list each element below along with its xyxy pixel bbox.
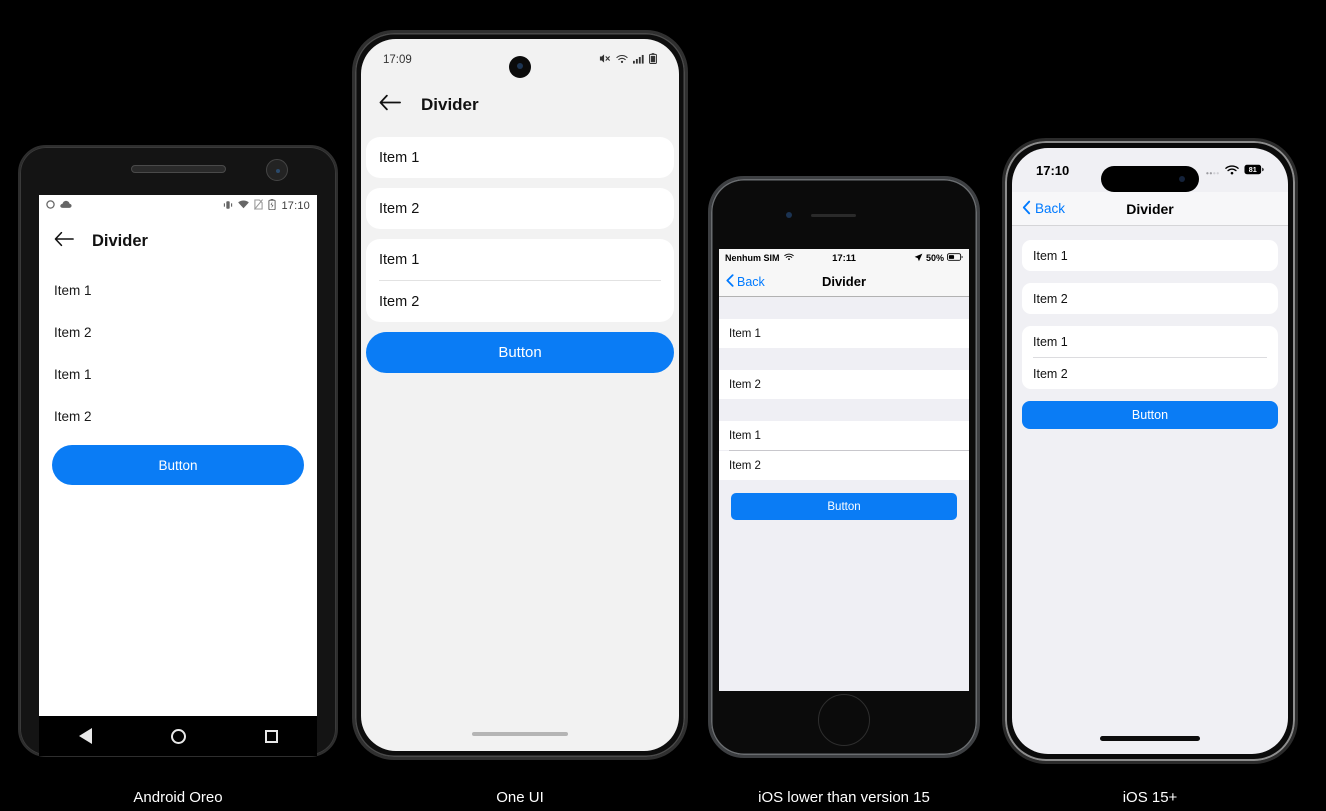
navigation-bar xyxy=(39,716,317,756)
action-button[interactable]: Button xyxy=(731,493,957,520)
front-camera-icon xyxy=(266,159,288,181)
page-title: Divider xyxy=(821,274,867,289)
list-item[interactable]: Item 2 xyxy=(39,395,317,437)
mute-icon xyxy=(599,53,611,67)
list-item[interactable]: Item 1 xyxy=(719,421,969,450)
list-item[interactable]: Item 1 xyxy=(1022,326,1278,357)
action-button[interactable]: Button xyxy=(52,445,304,485)
android-oreo-screen: 17:10 Divider Item 1 Item 2 Item 1 Item … xyxy=(39,195,317,716)
battery-badge-icon: 81 xyxy=(1244,163,1264,178)
battery-icon xyxy=(947,253,963,263)
dynamic-island xyxy=(1101,166,1199,192)
section-gap xyxy=(719,297,969,319)
list-item[interactable]: Item 2 xyxy=(719,370,969,399)
battery-icon xyxy=(649,53,657,67)
list-item[interactable]: Item 2 xyxy=(1022,283,1278,314)
section-gap xyxy=(719,399,969,421)
wifi-icon xyxy=(238,200,250,212)
caption-ios-lower-than-15: iOS lower than version 15 xyxy=(758,789,930,806)
svg-text:81: 81 xyxy=(1249,164,1257,173)
comparison-canvas: 17:10 Divider Item 1 Item 2 Item 1 Item … xyxy=(0,0,1326,811)
status-bar: 17:10 xyxy=(39,195,317,217)
wifi-icon xyxy=(616,54,628,67)
list-item[interactable]: Item 2 xyxy=(366,188,674,229)
circle-notification-icon xyxy=(46,200,55,212)
home-button[interactable] xyxy=(818,694,870,746)
wifi-icon xyxy=(1225,163,1239,178)
card-group: Item 1 Item 2 xyxy=(1022,326,1278,389)
device-one-ui: 17:09 Divider Item 1 Item 2 Item 1 Item … xyxy=(352,30,688,760)
front-camera-icon xyxy=(786,212,792,218)
list-container: Item 1 Item 2 Item 1 Item 2 Button xyxy=(1012,226,1288,429)
app-bar: Divider xyxy=(361,81,679,129)
list-item[interactable]: Item 2 xyxy=(366,281,674,322)
page-title: Divider xyxy=(92,231,148,250)
status-bar-time: 17:10 xyxy=(281,200,310,212)
action-button[interactable]: Button xyxy=(366,332,674,373)
wifi-icon xyxy=(783,253,794,263)
card-group: Item 2 xyxy=(366,188,674,229)
caption-one-ui: One UI xyxy=(496,789,544,806)
arrow-left-icon[interactable] xyxy=(379,94,401,116)
list-item[interactable]: Item 2 xyxy=(39,311,317,353)
ios15-screen: 17:10 81 Back Divider Item 1 Item 2 Item… xyxy=(1012,148,1288,754)
caption-android-oreo: Android Oreo xyxy=(133,789,223,806)
battery-icon xyxy=(268,199,277,213)
signal-bars-icon xyxy=(633,54,644,67)
nav-bar: Back Divider xyxy=(719,267,969,297)
button-container: Button xyxy=(719,480,969,520)
list-item[interactable]: Item 1 xyxy=(1022,240,1278,271)
list-item[interactable]: Item 1 xyxy=(39,353,317,395)
status-bar: Nenhum SIM 17:11 50% xyxy=(719,249,969,267)
front-camera-icon xyxy=(509,56,531,78)
card-group: Item 2 xyxy=(1022,283,1278,314)
nav-bar: Back Divider xyxy=(1012,192,1288,226)
action-button[interactable]: Button xyxy=(1022,401,1278,429)
section-gap xyxy=(719,348,969,370)
earpiece-speaker-icon xyxy=(811,214,856,217)
arrow-left-icon[interactable] xyxy=(54,231,74,252)
button-container: Button xyxy=(39,437,317,485)
one-ui-screen: 17:09 Divider Item 1 Item 2 Item 1 Item … xyxy=(361,39,679,751)
device-ios-15-plus: 17:10 81 Back Divider Item 1 Item 2 Item… xyxy=(1002,138,1298,764)
device-android-oreo: 17:10 Divider Item 1 Item 2 Item 1 Item … xyxy=(18,145,338,757)
list-item[interactable]: Item 1 xyxy=(39,269,317,311)
page-title: Divider xyxy=(421,95,479,114)
list-item[interactable]: Item 1 xyxy=(719,319,969,348)
status-bar-time: 17:09 xyxy=(383,54,412,66)
vibrate-icon xyxy=(223,200,233,213)
list-container: Item 1 Item 2 Item 1 Item 2 Button xyxy=(361,129,679,373)
card-group: Item 1 xyxy=(366,137,674,178)
circle-home-icon[interactable] xyxy=(170,728,186,744)
ios14-screen: Nenhum SIM 17:11 50% Back Divider Item 1… xyxy=(719,249,969,691)
list-item[interactable]: Item 2 xyxy=(719,451,969,480)
card-group: Item 1 Item 2 xyxy=(366,239,674,322)
no-sim-icon xyxy=(254,199,264,213)
location-arrow-icon xyxy=(914,253,923,264)
status-bar-time: 17:10 xyxy=(1036,162,1070,178)
page-title: Divider xyxy=(1126,200,1174,217)
triangle-back-icon[interactable] xyxy=(78,728,92,744)
gesture-home-indicator[interactable] xyxy=(472,732,568,736)
caption-ios-15-plus: iOS 15+ xyxy=(1122,789,1178,806)
cellular-dots-icon xyxy=(1206,163,1220,178)
cloud-icon xyxy=(60,200,72,212)
carrier-label: Nenhum SIM xyxy=(725,253,780,263)
list-item[interactable]: Item 1 xyxy=(366,137,674,178)
list-item[interactable]: Item 1 xyxy=(366,239,674,280)
list-container: Item 1 Item 2 Item 1 Item 2 xyxy=(39,265,317,437)
battery-percent-label: 50% xyxy=(925,253,944,263)
app-bar: Divider xyxy=(39,217,317,265)
earpiece-speaker-icon xyxy=(131,165,226,173)
card-group: Item 1 xyxy=(1022,240,1278,271)
gesture-home-indicator[interactable] xyxy=(1100,736,1200,741)
list-item[interactable]: Item 2 xyxy=(1022,358,1278,389)
square-recents-icon[interactable] xyxy=(264,729,278,743)
list-container: Item 1 Item 2 Item 1 Item 2 Button xyxy=(719,297,969,520)
device-ios-lower-than-15: Nenhum SIM 17:11 50% Back Divider Item 1… xyxy=(708,176,980,758)
